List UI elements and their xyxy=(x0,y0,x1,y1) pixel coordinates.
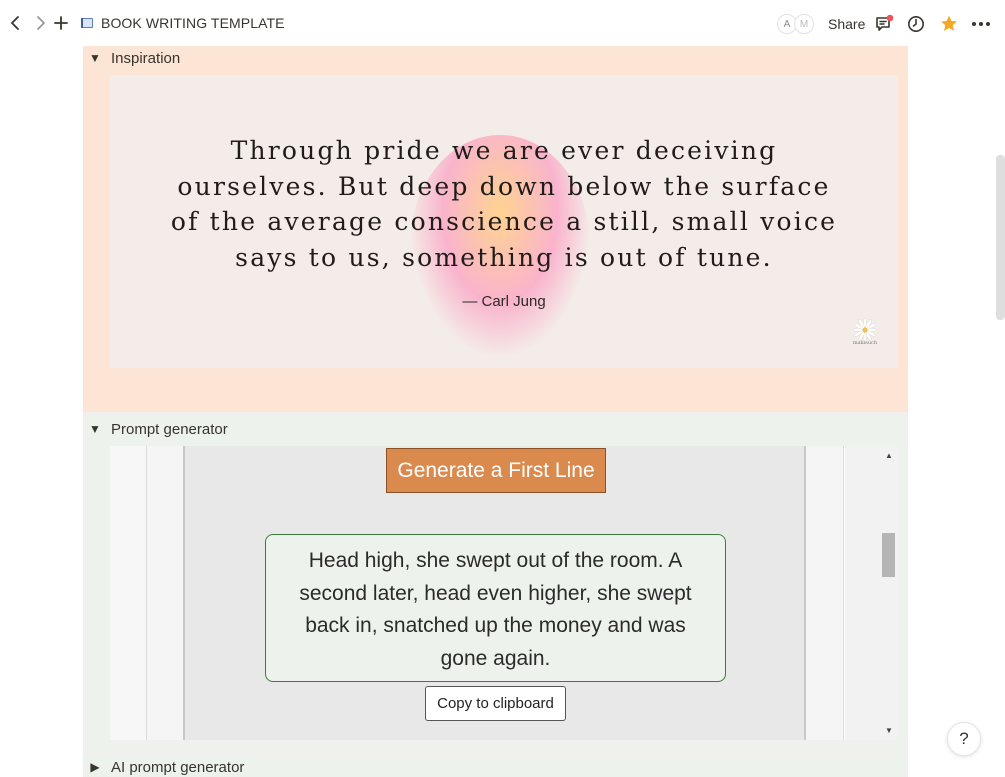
toggle-expanded-icon[interactable]: ▼ xyxy=(83,51,107,65)
inspiration-toggle-block: ▼ Inspiration Through pride we are ever … xyxy=(83,46,908,412)
top-bar: BOOK WRITING TEMPLATE A M Share xyxy=(0,0,1005,46)
copy-to-clipboard-button[interactable]: Copy to clipboard xyxy=(425,686,566,721)
breadcrumb[interactable]: BOOK WRITING TEMPLATE xyxy=(80,15,285,31)
widget-margin-left xyxy=(110,446,147,740)
add-page-icon[interactable] xyxy=(52,14,70,32)
share-button[interactable]: Share xyxy=(828,16,865,32)
ai-prompt-generator-toggle-header[interactable]: ▶ AI prompt generator xyxy=(83,755,244,777)
back-arrow-icon[interactable] xyxy=(7,14,25,32)
page-scrollbar-thumb[interactable] xyxy=(996,155,1005,320)
inspiration-toggle-header[interactable]: ▼ Inspiration xyxy=(83,46,180,70)
collaborator-avatars[interactable]: A M xyxy=(777,14,814,34)
widget-content: Generate a First Line Head high, she swe… xyxy=(183,446,806,740)
prompt-generator-toggle-header[interactable]: ▼ Prompt generator xyxy=(83,417,228,441)
toggle-expanded-icon[interactable]: ▼ xyxy=(83,422,107,436)
toggle-label: Inspiration xyxy=(111,49,181,67)
help-button[interactable]: ? xyxy=(947,722,981,756)
widget-scrollbar[interactable]: ▲ ▼ xyxy=(845,446,897,740)
history-clock-icon[interactable] xyxy=(905,13,927,35)
logo-caption: makisuch xyxy=(852,340,878,346)
toggle-label: AI prompt generator xyxy=(111,758,245,776)
quote-author: — Carl Jung xyxy=(462,293,546,310)
scroll-down-arrow-icon[interactable]: ▼ xyxy=(885,726,893,735)
notification-dot xyxy=(886,14,894,22)
more-options-icon[interactable] xyxy=(970,13,992,35)
book-icon xyxy=(81,18,93,28)
scroll-up-arrow-icon[interactable]: ▲ xyxy=(885,451,893,460)
widget-gutter-right xyxy=(806,446,844,740)
forward-arrow-icon[interactable] xyxy=(31,14,49,32)
quote-image: Through pride we are ever deceiving ours… xyxy=(110,75,898,368)
generate-first-line-button[interactable]: Generate a First Line xyxy=(386,448,606,493)
toggle-collapsed-icon[interactable]: ▶ xyxy=(83,760,107,774)
quote-text: Through pride we are ever deceiving ours… xyxy=(170,136,838,272)
first-line-output: Head high, she swept out of the room. A … xyxy=(265,534,726,682)
page-title: BOOK WRITING TEMPLATE xyxy=(101,15,285,31)
toggle-label: Prompt generator xyxy=(111,420,228,438)
favorite-star-icon[interactable] xyxy=(938,13,960,35)
prompt-generator-toggle-block: ▼ Prompt generator Generate a First Line… xyxy=(83,415,908,752)
scrollbar-thumb[interactable] xyxy=(882,533,895,577)
widget-gutter-left xyxy=(147,446,183,740)
embedded-widget: Generate a First Line Head high, she swe… xyxy=(110,446,897,740)
comments-icon[interactable] xyxy=(873,13,895,35)
ai-prompt-generator-toggle-block: ▶ AI prompt generator xyxy=(83,755,908,777)
avatar[interactable]: M xyxy=(794,14,814,34)
